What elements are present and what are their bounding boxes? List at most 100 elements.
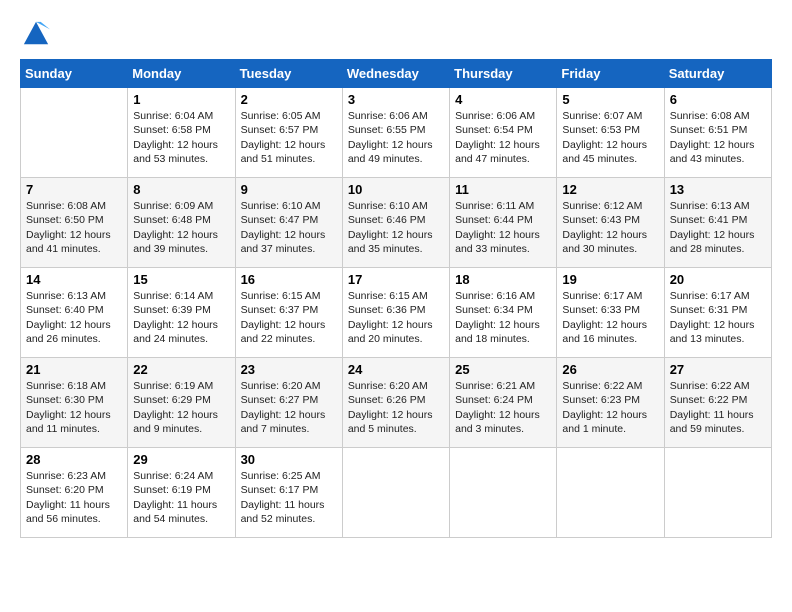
calendar-cell: 28Sunrise: 6:23 AM Sunset: 6:20 PM Dayli… bbox=[21, 448, 128, 538]
calendar-cell: 9 Sunrise: 6:10 AM Sunset: 6:47 PM Daylig… bbox=[235, 178, 342, 268]
day-info: Sunrise: 6:10 AM Sunset: 6:46 PM Dayligh… bbox=[348, 199, 444, 256]
day-number: 25 bbox=[455, 362, 551, 377]
calendar-week-1: 1Sunrise: 6:04 AM Sunset: 6:58 PM Daylig… bbox=[21, 88, 772, 178]
day-number: 2 bbox=[241, 92, 337, 107]
day-info: Sunrise: 6:08 AM Sunset: 6:51 PM Dayligh… bbox=[670, 109, 766, 166]
calendar-cell: 3Sunrise: 6:06 AM Sunset: 6:55 PM Daylig… bbox=[342, 88, 449, 178]
day-number: 14 bbox=[26, 272, 122, 287]
day-info: Sunrise: 6:21 AM Sunset: 6:24 PM Dayligh… bbox=[455, 379, 551, 436]
day-info: Sunrise: 6:16 AM Sunset: 6:34 PM Dayligh… bbox=[455, 289, 551, 346]
day-number: 19 bbox=[562, 272, 658, 287]
weekday-header-row: SundayMondayTuesdayWednesdayThursdayFrid… bbox=[21, 60, 772, 88]
weekday-header-sunday: Sunday bbox=[21, 60, 128, 88]
calendar-cell: 7 Sunrise: 6:08 AM Sunset: 6:50 PM Daylig… bbox=[21, 178, 128, 268]
calendar-week-4: 21 Sunrise: 6:18 AM Sunset: 6:30 PM Dayli… bbox=[21, 358, 772, 448]
calendar-cell bbox=[450, 448, 557, 538]
day-info: Sunrise: 6:22 AM Sunset: 6:23 PM Dayligh… bbox=[562, 379, 658, 436]
calendar-cell: 6 Sunrise: 6:08 AM Sunset: 6:51 PM Daylig… bbox=[664, 88, 771, 178]
day-info: Sunrise: 6:05 AM Sunset: 6:57 PM Dayligh… bbox=[241, 109, 337, 166]
calendar-cell: 8 Sunrise: 6:09 AM Sunset: 6:48 PM Daylig… bbox=[128, 178, 235, 268]
day-number: 17 bbox=[348, 272, 444, 287]
day-info: Sunrise: 6:17 AM Sunset: 6:31 PM Dayligh… bbox=[670, 289, 766, 346]
calendar-cell: 15 Sunrise: 6:14 AM Sunset: 6:39 PM Dayli… bbox=[128, 268, 235, 358]
day-info: Sunrise: 6:04 AM Sunset: 6:58 PM Dayligh… bbox=[133, 109, 229, 166]
calendar-cell: 10 Sunrise: 6:10 AM Sunset: 6:46 PM Dayli… bbox=[342, 178, 449, 268]
day-info: Sunrise: 6:14 AM Sunset: 6:39 PM Dayligh… bbox=[133, 289, 229, 346]
calendar-cell: 22 Sunrise: 6:19 AM Sunset: 6:29 PM Dayli… bbox=[128, 358, 235, 448]
day-number: 10 bbox=[348, 182, 444, 197]
day-info: Sunrise: 6:08 AM Sunset: 6:50 PM Dayligh… bbox=[26, 199, 122, 256]
day-info: Sunrise: 6:06 AM Sunset: 6:54 PM Dayligh… bbox=[455, 109, 551, 166]
calendar-cell: 19 Sunrise: 6:17 AM Sunset: 6:33 PM Dayli… bbox=[557, 268, 664, 358]
weekday-header-saturday: Saturday bbox=[664, 60, 771, 88]
calendar-table: SundayMondayTuesdayWednesdayThursdayFrid… bbox=[20, 59, 772, 538]
weekday-header-wednesday: Wednesday bbox=[342, 60, 449, 88]
day-number: 15 bbox=[133, 272, 229, 287]
day-info: Sunrise: 6:13 AM Sunset: 6:41 PM Dayligh… bbox=[670, 199, 766, 256]
day-number: 22 bbox=[133, 362, 229, 377]
calendar-cell: 30 Sunrise: 6:25 AM Sunset: 6:17 PM Dayli… bbox=[235, 448, 342, 538]
day-info: Sunrise: 6:22 AM Sunset: 6:22 PM Dayligh… bbox=[670, 379, 766, 436]
calendar-cell: 24 Sunrise: 6:20 AM Sunset: 6:26 PM Dayli… bbox=[342, 358, 449, 448]
calendar-cell: 5 Sunrise: 6:07 AM Sunset: 6:53 PM Daylig… bbox=[557, 88, 664, 178]
weekday-header-tuesday: Tuesday bbox=[235, 60, 342, 88]
day-info: Sunrise: 6:11 AM Sunset: 6:44 PM Dayligh… bbox=[455, 199, 551, 256]
calendar-cell: 29Sunrise: 6:24 AM Sunset: 6:19 PM Dayli… bbox=[128, 448, 235, 538]
calendar-week-5: 28Sunrise: 6:23 AM Sunset: 6:20 PM Dayli… bbox=[21, 448, 772, 538]
day-number: 8 bbox=[133, 182, 229, 197]
day-number: 27 bbox=[670, 362, 766, 377]
weekday-header-monday: Monday bbox=[128, 60, 235, 88]
day-number: 4 bbox=[455, 92, 551, 107]
calendar-cell bbox=[557, 448, 664, 538]
day-info: Sunrise: 6:24 AM Sunset: 6:19 PM Dayligh… bbox=[133, 469, 229, 526]
day-info: Sunrise: 6:06 AM Sunset: 6:55 PM Dayligh… bbox=[348, 109, 444, 166]
page-header bbox=[20, 20, 772, 49]
day-info: Sunrise: 6:07 AM Sunset: 6:53 PM Dayligh… bbox=[562, 109, 658, 166]
day-number: 20 bbox=[670, 272, 766, 287]
weekday-header-thursday: Thursday bbox=[450, 60, 557, 88]
day-info: Sunrise: 6:12 AM Sunset: 6:43 PM Dayligh… bbox=[562, 199, 658, 256]
calendar-cell: 21 Sunrise: 6:18 AM Sunset: 6:30 PM Dayli… bbox=[21, 358, 128, 448]
calendar-cell: 2 Sunrise: 6:05 AM Sunset: 6:57 PM Daylig… bbox=[235, 88, 342, 178]
day-number: 16 bbox=[241, 272, 337, 287]
day-info: Sunrise: 6:10 AM Sunset: 6:47 PM Dayligh… bbox=[241, 199, 337, 256]
logo-icon bbox=[22, 20, 50, 48]
day-info: Sunrise: 6:19 AM Sunset: 6:29 PM Dayligh… bbox=[133, 379, 229, 436]
day-info: Sunrise: 6:18 AM Sunset: 6:30 PM Dayligh… bbox=[26, 379, 122, 436]
calendar-week-2: 7 Sunrise: 6:08 AM Sunset: 6:50 PM Daylig… bbox=[21, 178, 772, 268]
calendar-cell bbox=[664, 448, 771, 538]
day-number: 28 bbox=[26, 452, 122, 467]
calendar-week-3: 14 Sunrise: 6:13 AM Sunset: 6:40 PM Dayli… bbox=[21, 268, 772, 358]
calendar-cell: 13 Sunrise: 6:13 AM Sunset: 6:41 PM Dayli… bbox=[664, 178, 771, 268]
day-info: Sunrise: 6:20 AM Sunset: 6:26 PM Dayligh… bbox=[348, 379, 444, 436]
day-number: 5 bbox=[562, 92, 658, 107]
calendar-cell bbox=[342, 448, 449, 538]
day-info: Sunrise: 6:17 AM Sunset: 6:33 PM Dayligh… bbox=[562, 289, 658, 346]
day-number: 13 bbox=[670, 182, 766, 197]
day-number: 24 bbox=[348, 362, 444, 377]
calendar-cell: 23Sunrise: 6:20 AM Sunset: 6:27 PM Dayli… bbox=[235, 358, 342, 448]
day-number: 26 bbox=[562, 362, 658, 377]
calendar-cell: 25 Sunrise: 6:21 AM Sunset: 6:24 PM Dayli… bbox=[450, 358, 557, 448]
calendar-cell: 12 Sunrise: 6:12 AM Sunset: 6:43 PM Dayli… bbox=[557, 178, 664, 268]
day-info: Sunrise: 6:20 AM Sunset: 6:27 PM Dayligh… bbox=[241, 379, 337, 436]
calendar-cell: 20 Sunrise: 6:17 AM Sunset: 6:31 PM Dayli… bbox=[664, 268, 771, 358]
calendar-cell: 27 Sunrise: 6:22 AM Sunset: 6:22 PM Dayli… bbox=[664, 358, 771, 448]
day-number: 11 bbox=[455, 182, 551, 197]
day-number: 9 bbox=[241, 182, 337, 197]
calendar-cell bbox=[21, 88, 128, 178]
calendar-cell: 16Sunrise: 6:15 AM Sunset: 6:37 PM Dayli… bbox=[235, 268, 342, 358]
day-number: 7 bbox=[26, 182, 122, 197]
day-info: Sunrise: 6:09 AM Sunset: 6:48 PM Dayligh… bbox=[133, 199, 229, 256]
day-number: 30 bbox=[241, 452, 337, 467]
day-number: 21 bbox=[26, 362, 122, 377]
calendar-cell: 11 Sunrise: 6:11 AM Sunset: 6:44 PM Dayli… bbox=[450, 178, 557, 268]
day-info: Sunrise: 6:15 AM Sunset: 6:36 PM Dayligh… bbox=[348, 289, 444, 346]
day-number: 12 bbox=[562, 182, 658, 197]
day-number: 18 bbox=[455, 272, 551, 287]
day-number: 6 bbox=[670, 92, 766, 107]
calendar-cell: 18 Sunrise: 6:16 AM Sunset: 6:34 PM Dayli… bbox=[450, 268, 557, 358]
day-info: Sunrise: 6:25 AM Sunset: 6:17 PM Dayligh… bbox=[241, 469, 337, 526]
weekday-header-friday: Friday bbox=[557, 60, 664, 88]
day-info: Sunrise: 6:13 AM Sunset: 6:40 PM Dayligh… bbox=[26, 289, 122, 346]
